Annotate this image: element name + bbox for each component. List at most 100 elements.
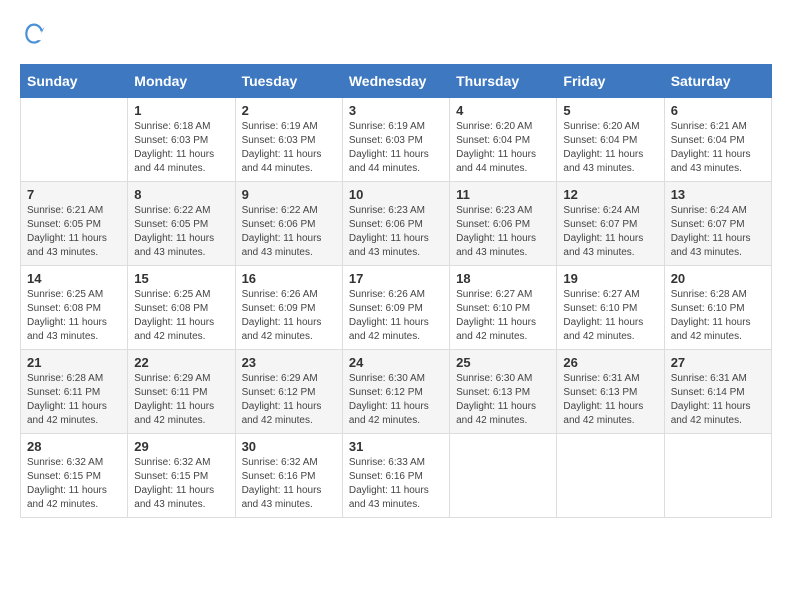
day-info: Sunrise: 6:30 AMSunset: 6:12 PMDaylight:…: [349, 372, 443, 428]
day-cell: 27 Sunrise: 6:31 AMSunset: 6:14 PMDayligh…: [664, 350, 771, 434]
day-cell: 6Sunrise: 6:21 AMSunset: 6:04 PMDaylight…: [664, 98, 771, 182]
day-number: 26: [563, 355, 657, 370]
col-header-wednesday: Wednesday: [342, 65, 449, 98]
col-header-sunday: Sunday: [21, 65, 128, 98]
day-cell: 29 Sunrise: 6:32 AMSunset: 6:15 PMDayligh…: [128, 434, 235, 518]
day-info: Sunrise: 6:26 AMSunset: 6:09 PMDaylight:…: [242, 288, 336, 344]
day-number: 5: [563, 103, 657, 118]
day-cell: 22 Sunrise: 6:29 AMSunset: 6:11 PMDayligh…: [128, 350, 235, 434]
day-cell: 17 Sunrise: 6:26 AMSunset: 6:09 PMDayligh…: [342, 266, 449, 350]
day-cell: 24 Sunrise: 6:30 AMSunset: 6:12 PMDayligh…: [342, 350, 449, 434]
day-cell: 12Sunrise: 6:24 AMSunset: 6:07 PMDayligh…: [557, 182, 664, 266]
day-number: 11: [456, 187, 550, 202]
day-info: Sunrise: 6:23 AMSunset: 6:06 PMDaylight:…: [456, 204, 550, 260]
day-number: 10: [349, 187, 443, 202]
day-cell: 26 Sunrise: 6:31 AMSunset: 6:13 PMDayligh…: [557, 350, 664, 434]
day-info: Sunrise: 6:32 AMSunset: 6:16 PMDaylight:…: [242, 456, 336, 512]
day-cell: 21 Sunrise: 6:28 AMSunset: 6:11 PMDayligh…: [21, 350, 128, 434]
col-header-tuesday: Tuesday: [235, 65, 342, 98]
day-cell: 20 Sunrise: 6:28 AMSunset: 6:10 PMDayligh…: [664, 266, 771, 350]
day-info: Sunrise: 6:32 AMSunset: 6:15 PMDaylight:…: [134, 456, 228, 512]
logo: [20, 20, 52, 48]
week-row-4: 21 Sunrise: 6:28 AMSunset: 6:11 PMDayligh…: [21, 350, 772, 434]
day-number: 24: [349, 355, 443, 370]
day-number: 7: [27, 187, 121, 202]
day-info: Sunrise: 6:32 AMSunset: 6:15 PMDaylight:…: [27, 456, 121, 512]
day-number: 28: [27, 439, 121, 454]
day-info: Sunrise: 6:19 AMSunset: 6:03 PMDaylight:…: [242, 120, 336, 176]
day-number: 29: [134, 439, 228, 454]
day-info: Sunrise: 6:19 AMSunset: 6:03 PMDaylight:…: [349, 120, 443, 176]
day-cell: 14Sunrise: 6:25 AMSunset: 6:08 PMDayligh…: [21, 266, 128, 350]
day-cell: 9Sunrise: 6:22 AMSunset: 6:06 PMDaylight…: [235, 182, 342, 266]
week-row-3: 14Sunrise: 6:25 AMSunset: 6:08 PMDayligh…: [21, 266, 772, 350]
day-number: 6: [671, 103, 765, 118]
day-number: 18: [456, 271, 550, 286]
day-cell: 30 Sunrise: 6:32 AMSunset: 6:16 PMDayligh…: [235, 434, 342, 518]
day-cell: 28 Sunrise: 6:32 AMSunset: 6:15 PMDayligh…: [21, 434, 128, 518]
day-number: 17: [349, 271, 443, 286]
day-info: Sunrise: 6:28 AMSunset: 6:11 PMDaylight:…: [27, 372, 121, 428]
day-cell: 16 Sunrise: 6:26 AMSunset: 6:09 PMDayligh…: [235, 266, 342, 350]
day-info: Sunrise: 6:31 AMSunset: 6:13 PMDaylight:…: [563, 372, 657, 428]
day-cell: 31 Sunrise: 6:33 AMSunset: 6:16 PMDayligh…: [342, 434, 449, 518]
day-cell: 11 Sunrise: 6:23 AMSunset: 6:06 PMDayligh…: [450, 182, 557, 266]
day-cell: 5 Sunrise: 6:20 AMSunset: 6:04 PMDaylight…: [557, 98, 664, 182]
day-cell: 10 Sunrise: 6:23 AMSunset: 6:06 PMDayligh…: [342, 182, 449, 266]
day-cell: 2 Sunrise: 6:19 AMSunset: 6:03 PMDaylight…: [235, 98, 342, 182]
day-info: Sunrise: 6:30 AMSunset: 6:13 PMDaylight:…: [456, 372, 550, 428]
day-number: 23: [242, 355, 336, 370]
day-cell: 15 Sunrise: 6:25 AMSunset: 6:08 PMDayligh…: [128, 266, 235, 350]
day-number: 21: [27, 355, 121, 370]
calendar-table: SundayMondayTuesdayWednesdayThursdayFrid…: [20, 64, 772, 518]
day-number: 20: [671, 271, 765, 286]
day-number: 2: [242, 103, 336, 118]
day-cell: [664, 434, 771, 518]
day-info: Sunrise: 6:25 AMSunset: 6:08 PMDaylight:…: [27, 288, 121, 344]
day-info: Sunrise: 6:23 AMSunset: 6:06 PMDaylight:…: [349, 204, 443, 260]
week-row-1: 1 Sunrise: 6:18 AMSunset: 6:03 PMDaylight…: [21, 98, 772, 182]
page-header: [20, 20, 772, 48]
day-cell: [21, 98, 128, 182]
day-cell: 13Sunrise: 6:24 AMSunset: 6:07 PMDayligh…: [664, 182, 771, 266]
day-cell: [557, 434, 664, 518]
day-cell: 19Sunrise: 6:27 AMSunset: 6:10 PMDayligh…: [557, 266, 664, 350]
day-info: Sunrise: 6:29 AMSunset: 6:11 PMDaylight:…: [134, 372, 228, 428]
logo-icon: [20, 20, 48, 48]
day-cell: 25 Sunrise: 6:30 AMSunset: 6:13 PMDayligh…: [450, 350, 557, 434]
day-info: Sunrise: 6:18 AMSunset: 6:03 PMDaylight:…: [134, 120, 228, 176]
day-number: 27: [671, 355, 765, 370]
day-info: Sunrise: 6:27 AMSunset: 6:10 PMDaylight:…: [456, 288, 550, 344]
day-info: Sunrise: 6:27 AMSunset: 6:10 PMDaylight:…: [563, 288, 657, 344]
day-info: Sunrise: 6:22 AMSunset: 6:05 PMDaylight:…: [134, 204, 228, 260]
day-number: 1: [134, 103, 228, 118]
day-cell: 18 Sunrise: 6:27 AMSunset: 6:10 PMDayligh…: [450, 266, 557, 350]
day-info: Sunrise: 6:24 AMSunset: 6:07 PMDaylight:…: [563, 204, 657, 260]
day-info: Sunrise: 6:24 AMSunset: 6:07 PMDaylight:…: [671, 204, 765, 260]
day-info: Sunrise: 6:20 AMSunset: 6:04 PMDaylight:…: [563, 120, 657, 176]
day-info: Sunrise: 6:22 AMSunset: 6:06 PMDaylight:…: [242, 204, 336, 260]
week-row-5: 28 Sunrise: 6:32 AMSunset: 6:15 PMDayligh…: [21, 434, 772, 518]
day-number: 30: [242, 439, 336, 454]
day-number: 22: [134, 355, 228, 370]
day-number: 8: [134, 187, 228, 202]
day-info: Sunrise: 6:28 AMSunset: 6:10 PMDaylight:…: [671, 288, 765, 344]
day-cell: 7Sunrise: 6:21 AMSunset: 6:05 PMDaylight…: [21, 182, 128, 266]
day-info: Sunrise: 6:26 AMSunset: 6:09 PMDaylight:…: [349, 288, 443, 344]
col-header-thursday: Thursday: [450, 65, 557, 98]
day-number: 15: [134, 271, 228, 286]
day-info: Sunrise: 6:25 AMSunset: 6:08 PMDaylight:…: [134, 288, 228, 344]
day-number: 31: [349, 439, 443, 454]
week-row-2: 7Sunrise: 6:21 AMSunset: 6:05 PMDaylight…: [21, 182, 772, 266]
day-info: Sunrise: 6:33 AMSunset: 6:16 PMDaylight:…: [349, 456, 443, 512]
day-number: 25: [456, 355, 550, 370]
day-info: Sunrise: 6:20 AMSunset: 6:04 PMDaylight:…: [456, 120, 550, 176]
day-number: 3: [349, 103, 443, 118]
day-info: Sunrise: 6:31 AMSunset: 6:14 PMDaylight:…: [671, 372, 765, 428]
day-cell: 1 Sunrise: 6:18 AMSunset: 6:03 PMDaylight…: [128, 98, 235, 182]
col-header-friday: Friday: [557, 65, 664, 98]
day-cell: 23Sunrise: 6:29 AMSunset: 6:12 PMDayligh…: [235, 350, 342, 434]
day-number: 16: [242, 271, 336, 286]
day-cell: [450, 434, 557, 518]
day-number: 4: [456, 103, 550, 118]
